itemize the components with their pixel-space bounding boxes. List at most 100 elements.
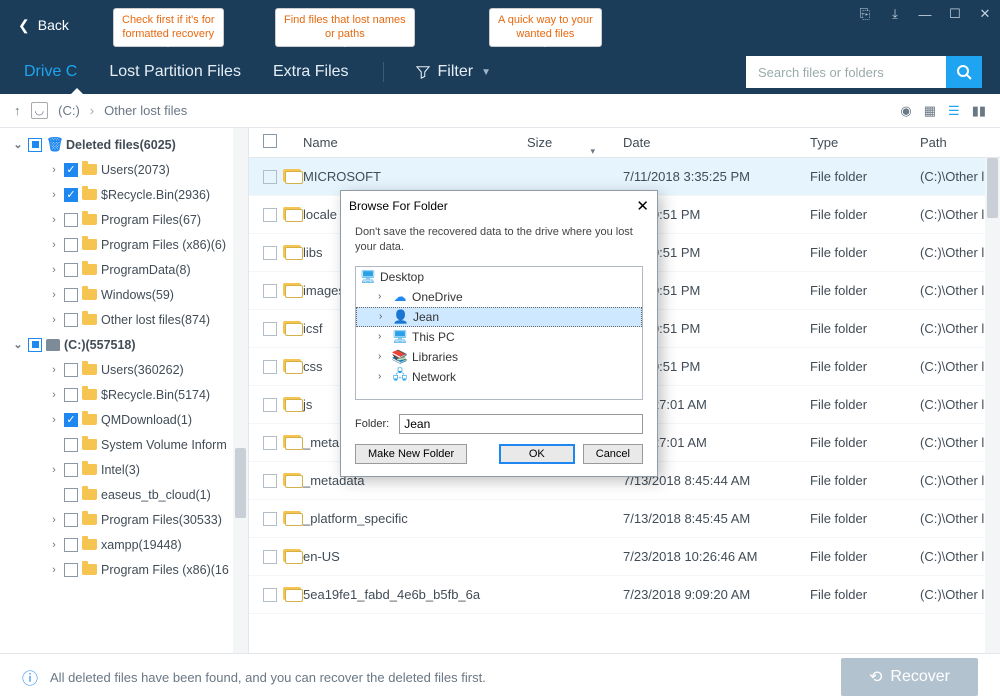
tree-item[interactable]: ›Program Files(30533) bbox=[0, 507, 248, 532]
view-grid-icon[interactable]: ▦ bbox=[924, 103, 936, 119]
breadcrumb-folder[interactable]: Other lost files bbox=[104, 103, 187, 118]
tree-deleted-files[interactable]: ⌄🗑Deleted files(6025) bbox=[0, 132, 248, 157]
dialog-tree-thispc[interactable]: ›🖥This PC bbox=[356, 327, 642, 347]
breadcrumb-drive[interactable]: (C:) bbox=[58, 103, 80, 118]
file-date: 7/13/2018 8:45:45 AM bbox=[623, 511, 810, 526]
back-button[interactable]: ❮ Back bbox=[0, 17, 87, 34]
select-all-checkbox[interactable] bbox=[263, 134, 277, 148]
row-checkbox[interactable] bbox=[263, 474, 277, 488]
tree-item[interactable]: ›$Recycle.Bin(2936) bbox=[0, 182, 248, 207]
chevron-left-icon: ❮ bbox=[18, 17, 30, 34]
tree-item[interactable]: ›Windows(59) bbox=[0, 282, 248, 307]
row-checkbox[interactable] bbox=[263, 512, 277, 526]
folder-input[interactable] bbox=[399, 414, 643, 434]
checkbox[interactable] bbox=[64, 288, 78, 302]
window-minimize-button[interactable]: — bbox=[910, 0, 940, 28]
checkbox[interactable] bbox=[64, 163, 78, 177]
list-scrollbar[interactable] bbox=[985, 158, 1000, 653]
checkbox[interactable] bbox=[64, 463, 78, 477]
nav-up-icon[interactable]: ↑ bbox=[14, 103, 21, 118]
recover-button[interactable]: ⟲ Recover bbox=[841, 658, 978, 696]
checkbox[interactable] bbox=[64, 238, 78, 252]
tree-item[interactable]: ›Intel(3) bbox=[0, 457, 248, 482]
dialog-tree-network[interactable]: ›🖧Network bbox=[356, 367, 642, 387]
row-checkbox[interactable] bbox=[263, 208, 277, 222]
cancel-button[interactable]: Cancel bbox=[583, 444, 643, 464]
file-type: File folder bbox=[810, 511, 920, 526]
preview-toggle[interactable]: ◉ bbox=[900, 103, 911, 119]
row-checkbox[interactable] bbox=[263, 550, 277, 564]
recover-icon: ⟲ bbox=[869, 667, 882, 687]
tab-lost-partition[interactable]: Lost Partition Files bbox=[107, 57, 243, 87]
row-checkbox[interactable] bbox=[263, 360, 277, 374]
user-icon[interactable]: ◡ bbox=[31, 102, 49, 119]
tree-item[interactable]: ›$Recycle.Bin(5174) bbox=[0, 382, 248, 407]
dialog-folder-tree[interactable]: 🖥Desktop ›☁OneDrive ›👤Jean ›🖥This PC ›📚L… bbox=[355, 266, 643, 400]
col-type[interactable]: Type bbox=[810, 135, 920, 150]
checkbox[interactable] bbox=[28, 138, 42, 152]
row-checkbox[interactable] bbox=[263, 284, 277, 298]
file-date: 7/11/2018 3:35:25 PM bbox=[623, 169, 810, 184]
tree-drive-c[interactable]: ⌄(C:)(557518) bbox=[0, 332, 248, 357]
checkbox[interactable] bbox=[64, 513, 78, 527]
checkbox[interactable] bbox=[64, 563, 78, 577]
checkbox[interactable] bbox=[64, 413, 78, 427]
tree-item[interactable]: ›Program Files (x86)(16 bbox=[0, 557, 248, 582]
checkbox[interactable] bbox=[64, 263, 78, 277]
checkbox[interactable] bbox=[64, 488, 78, 502]
make-new-folder-button[interactable]: Make New Folder bbox=[355, 444, 467, 464]
ok-button[interactable]: OK bbox=[499, 444, 575, 464]
filter-button[interactable]: Filter ▼ bbox=[416, 63, 491, 81]
window-tray-button[interactable]: ⤓ bbox=[880, 0, 910, 28]
row-checkbox[interactable] bbox=[263, 246, 277, 260]
tree-item[interactable]: ›xampp(19448) bbox=[0, 532, 248, 557]
tree-item[interactable]: ›Program Files (x86)(6) bbox=[0, 232, 248, 257]
row-checkbox[interactable] bbox=[263, 436, 277, 450]
col-name[interactable]: Name bbox=[303, 135, 527, 150]
tree-item[interactable]: ›QMDownload(1) bbox=[0, 407, 248, 432]
dialog-tree-desktop[interactable]: 🖥Desktop bbox=[356, 267, 642, 287]
col-date[interactable]: Date bbox=[623, 135, 810, 150]
checkbox[interactable] bbox=[64, 213, 78, 227]
folder-icon bbox=[283, 435, 303, 450]
search-input[interactable] bbox=[746, 56, 946, 88]
row-checkbox[interactable] bbox=[263, 170, 277, 184]
tree-item[interactable]: ›ProgramData(8) bbox=[0, 257, 248, 282]
view-list-icon[interactable]: ☰ bbox=[948, 103, 960, 119]
tree-item[interactable]: easeus_tb_cloud(1) bbox=[0, 482, 248, 507]
dialog-title-bar[interactable]: Browse For Folder ✕ bbox=[341, 191, 657, 221]
row-checkbox[interactable] bbox=[263, 322, 277, 336]
dialog-tree-jean[interactable]: ›👤Jean bbox=[356, 307, 642, 327]
view-detail-icon[interactable]: ▮▮ bbox=[972, 103, 986, 119]
checkbox[interactable] bbox=[64, 538, 78, 552]
tree-item[interactable]: ›Program Files(67) bbox=[0, 207, 248, 232]
file-date: 7/23/2018 10:26:46 AM bbox=[623, 549, 810, 564]
checkbox[interactable] bbox=[64, 363, 78, 377]
tab-extra-files[interactable]: Extra Files bbox=[271, 57, 351, 87]
search-button[interactable] bbox=[946, 56, 982, 88]
tree-item[interactable]: ›Users(2073) bbox=[0, 157, 248, 182]
checkbox[interactable] bbox=[64, 313, 78, 327]
col-path[interactable]: Path bbox=[920, 135, 1000, 150]
file-row[interactable]: en-US7/23/2018 10:26:46 AMFile folder(C:… bbox=[249, 538, 1000, 576]
checkbox[interactable] bbox=[64, 438, 78, 452]
tree-item[interactable]: ›Users(360262) bbox=[0, 357, 248, 382]
row-checkbox[interactable] bbox=[263, 398, 277, 412]
checkbox[interactable] bbox=[28, 338, 42, 352]
window-close-button[interactable]: ✕ bbox=[970, 0, 1000, 28]
tree-item[interactable]: ›Other lost files(874) bbox=[0, 307, 248, 332]
col-size[interactable]: Size▾ bbox=[527, 135, 623, 150]
file-row[interactable]: 5ea19fe1_fabd_4e6b_b5fb_6a7/23/2018 9:09… bbox=[249, 576, 1000, 614]
tree-item[interactable]: System Volume Inform bbox=[0, 432, 248, 457]
checkbox[interactable] bbox=[64, 188, 78, 202]
dialog-tree-libraries[interactable]: ›📚Libraries bbox=[356, 347, 642, 367]
dialog-tree-onedrive[interactable]: ›☁OneDrive bbox=[356, 287, 642, 307]
window-maximize-button[interactable]: ☐ bbox=[940, 0, 970, 28]
sidebar-scrollbar[interactable] bbox=[233, 128, 248, 653]
file-row[interactable]: _platform_specific7/13/2018 8:45:45 AMFi… bbox=[249, 500, 1000, 538]
row-checkbox[interactable] bbox=[263, 588, 277, 602]
window-skin-button[interactable]: ⎘ bbox=[850, 0, 880, 28]
file-type: File folder bbox=[810, 435, 920, 450]
dialog-close-button[interactable]: ✕ bbox=[636, 197, 649, 215]
checkbox[interactable] bbox=[64, 388, 78, 402]
